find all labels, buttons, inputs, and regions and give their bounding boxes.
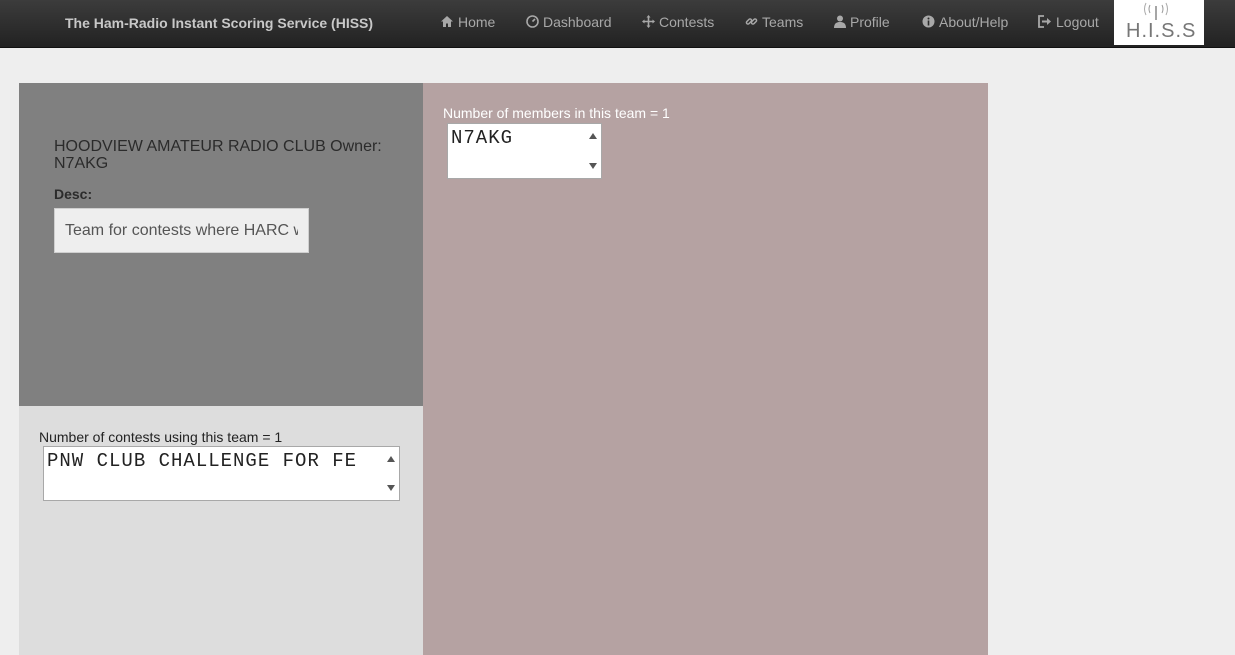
nav-home[interactable]: Home <box>440 14 495 30</box>
team-info-panel: HOODVIEW AMATEUR RADIO CLUB Owner: N7AKG… <box>19 83 423 406</box>
move-icon <box>642 14 655 30</box>
nav-contests[interactable]: Contests <box>642 14 714 30</box>
contest-option[interactable]: PNW CLUB CHALLENGE FOR FE <box>44 447 399 472</box>
members-listbox[interactable]: N7AKG <box>447 123 602 179</box>
home-icon <box>440 15 454 30</box>
info-icon <box>922 15 935 30</box>
scroll-down-arrow-icon[interactable] <box>589 163 597 169</box>
nav-about-help[interactable]: About/Help <box>922 14 1008 30</box>
nav-profile[interactable]: Profile <box>834 14 890 30</box>
contests-listbox[interactable]: PNW CLUB CHALLENGE FOR FE <box>43 446 400 501</box>
desc-label: Desc: <box>54 186 93 202</box>
hiss-logo[interactable]: H.I.S.S <box>1114 0 1204 45</box>
members-panel: Number of members in this team = 1 N7AKG <box>423 83 988 655</box>
nav-teams[interactable]: Teams <box>745 14 803 30</box>
contests-count-label: Number of contests using this team = 1 <box>39 429 283 445</box>
scroll-up-arrow-icon[interactable] <box>589 133 597 139</box>
nav-dashboard[interactable]: Dashboard <box>526 14 612 30</box>
nav-logout[interactable]: Logout <box>1038 14 1099 30</box>
nav-teams-label: Teams <box>762 14 804 30</box>
scroll-down-arrow-icon[interactable] <box>387 485 395 491</box>
team-name-owner: HOODVIEW AMATEUR RADIO CLUB Owner: N7AKG <box>54 138 382 172</box>
nav-logout-label: Logout <box>1056 14 1099 30</box>
nav-contests-label: Contests <box>659 14 715 30</box>
user-icon <box>834 15 846 30</box>
logo-text: H.I.S.S <box>1126 20 1197 42</box>
nav-home-label: Home <box>458 14 496 30</box>
antenna-icon <box>1144 2 1168 20</box>
nav-dashboard-label: Dashboard <box>543 14 612 30</box>
contests-panel: Number of contests using this team = 1 P… <box>19 406 423 655</box>
link-icon <box>745 15 758 30</box>
site-brand[interactable]: The Ham-Radio Instant Scoring Service (H… <box>65 15 373 31</box>
member-option[interactable]: N7AKG <box>448 124 601 149</box>
logout-icon <box>1038 14 1052 30</box>
nav-about-help-label: About/Help <box>939 14 1009 30</box>
members-count-label: Number of members in this team = 1 <box>443 105 670 121</box>
top-navbar: The Ham-Radio Instant Scoring Service (H… <box>0 0 1235 48</box>
dashboard-icon <box>526 14 539 30</box>
scroll-up-arrow-icon[interactable] <box>387 456 395 462</box>
nav-profile-label: Profile <box>850 14 890 30</box>
desc-field[interactable] <box>54 208 309 253</box>
